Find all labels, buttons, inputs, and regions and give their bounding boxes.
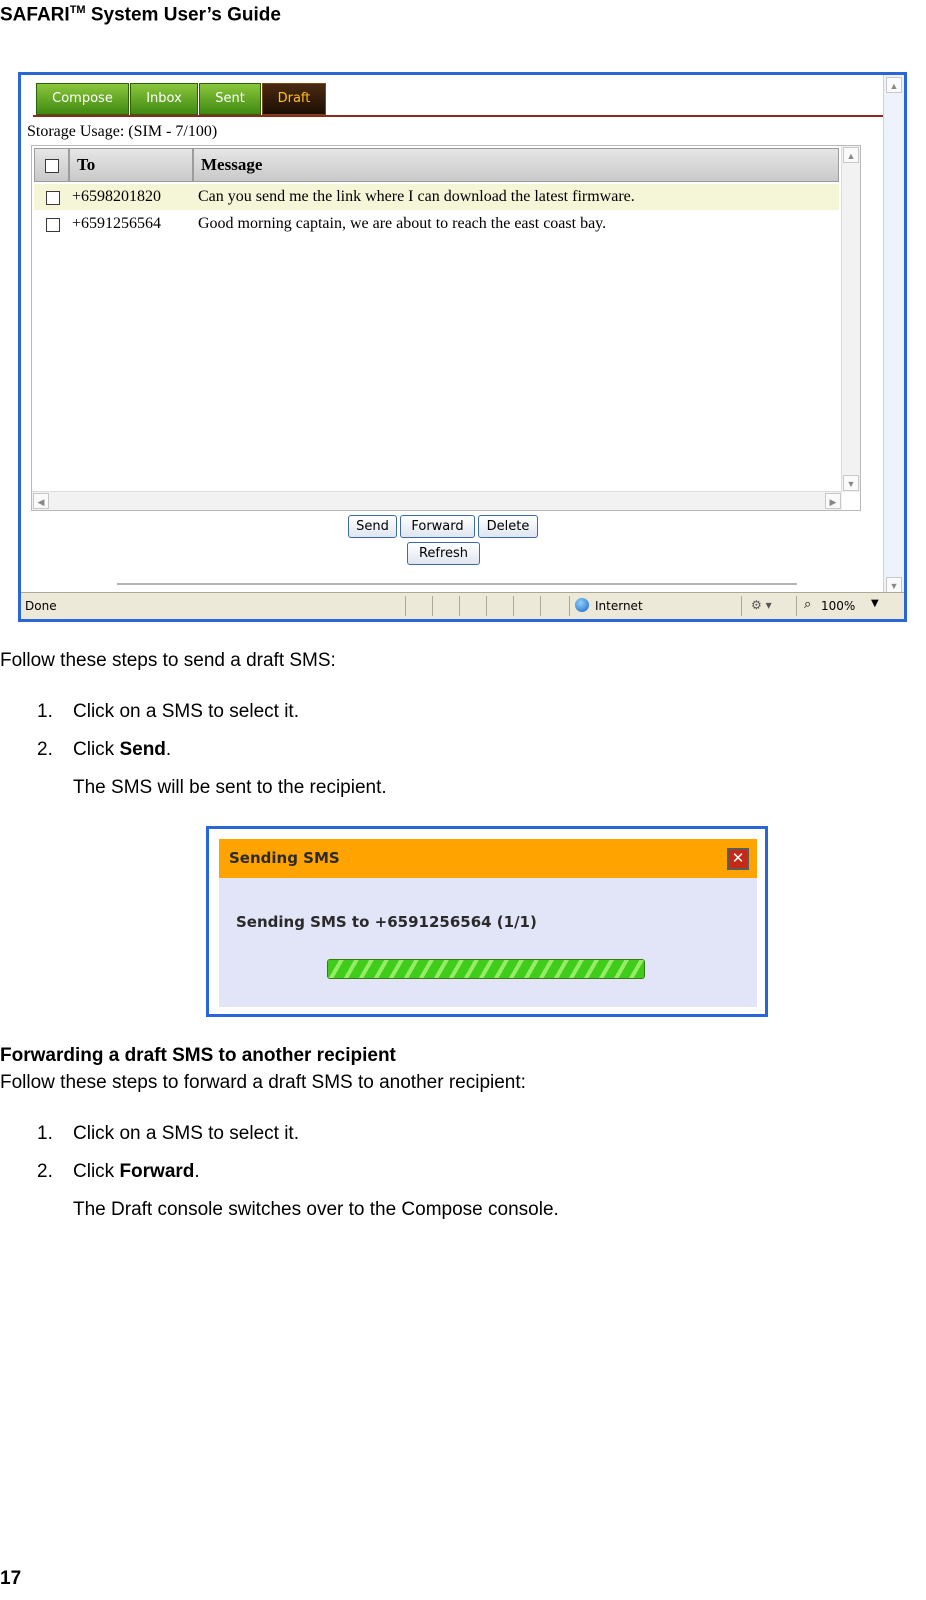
forward-step-2: Click Forward. [73,1161,200,1183]
send-intro: Follow these steps to send a draft SMS: [0,650,336,671]
table-row[interactable]: +6591256564 Good morning captain, we are… [34,211,839,237]
sending-sms-screenshot: Sending SMS ✕ Sending SMS to +6591256564… [206,826,768,1017]
step-number: 2. [37,739,53,760]
page-scroll-down-icon[interactable]: ▼ [886,577,902,593]
trademark-superscript: TM [69,4,86,16]
grid-header: To Message [34,148,839,182]
row-checkbox[interactable] [46,218,60,232]
forward-section-heading: Forwarding a draft SMS to another recipi… [0,1045,396,1066]
refresh-button[interactable]: Refresh [407,542,480,565]
page-vertical-scrollbar[interactable]: ▲ ▼ [883,75,904,595]
row-message: Can you send me the link where I can dow… [198,188,635,205]
console-tabs: Compose Inbox Sent Draft [33,81,885,117]
protected-mode-icon[interactable]: ⚙ ▾ [751,598,772,612]
forward-button[interactable]: Forward [400,515,475,538]
tab-draft[interactable]: Draft [262,83,326,115]
status-text: Done [25,599,57,613]
tab-compose[interactable]: Compose [36,83,129,115]
storage-usage: Storage Usage: (SIM - 7/100) [27,123,218,140]
step-text-suffix: . [194,1161,200,1182]
table-row[interactable]: +6598201820 Can you send me the link whe… [34,184,839,210]
step-number: 1. [37,701,53,722]
row-checkbox[interactable] [46,191,60,205]
document-header: SAFARITM System User’s Guide [0,4,281,26]
step-bold-term: Send [119,739,166,760]
tab-inbox[interactable]: Inbox [130,83,198,115]
scroll-up-icon[interactable]: ▲ [843,147,859,163]
forward-step-1: Click on a SMS to select it. [73,1123,299,1144]
tab-sent[interactable]: Sent [199,83,261,115]
scroll-down-icon[interactable]: ▼ [843,475,859,491]
divider-line [117,583,797,585]
security-zone-label: Internet [595,599,643,613]
row-recipient: +6598201820 [72,188,162,205]
progress-fill [328,960,644,978]
dialog-header: Sending SMS ✕ [219,839,757,878]
column-header-to[interactable]: To [69,148,193,182]
header-select-all-cell [34,148,69,182]
header-title-prefix: SAFARI [0,4,70,26]
dialog-message: Sending SMS to +6591256564 (1/1) [236,913,537,931]
header-title-suffix: System User’s Guide [85,4,281,26]
step-text-suffix: . [165,739,172,760]
page-scroll-up-icon[interactable]: ▲ [886,77,902,93]
forward-result: The Draft console switches over to the C… [73,1199,559,1220]
send-result: The SMS will be sent to the recipient. [73,777,387,798]
step-text: Click [73,739,120,760]
row-message: Good morning captain, we are about to re… [198,215,607,232]
close-icon[interactable]: ✕ [727,848,749,870]
magnifier-icon[interactable]: ⌕ [804,597,811,612]
scroll-right-icon[interactable]: ▶ [825,493,841,509]
draft-console-screenshot: Compose Inbox Sent Draft Storage Usage: … [18,72,907,622]
step-number: 2. [37,1161,53,1182]
page-number: 17 [0,1568,22,1589]
scroll-left-icon[interactable]: ◀ [33,493,49,509]
step-text: Click [73,1161,120,1182]
message-grid: To Message +6598201820 Can you send me t… [31,145,861,511]
step-number: 1. [37,1123,53,1144]
step-bold-term: Forward [119,1161,195,1182]
select-all-checkbox[interactable] [45,159,59,173]
send-step-1: Click on a SMS to select it. [73,701,299,722]
zoom-level[interactable]: 100% [821,599,855,613]
globe-icon [575,598,589,612]
chevron-down-icon[interactable]: ▼ [871,598,879,609]
forward-intro: Follow these steps to forward a draft SM… [0,1072,526,1093]
send-step-2: Click Send. [73,739,171,761]
send-button[interactable]: Send [348,515,397,538]
grid-horizontal-scrollbar[interactable]: ◀ ▶ [32,491,842,510]
row-recipient: +6591256564 [72,215,162,232]
progress-bar [327,959,645,979]
grid-vertical-scrollbar[interactable]: ▲ ▼ [841,146,860,492]
sending-sms-dialog: Sending SMS ✕ Sending SMS to +6591256564… [219,839,757,1007]
browser-status-bar: Done Internet ⚙ ▾ ⌕ 100% ▼ [21,592,904,619]
dialog-title: Sending SMS [229,849,340,867]
delete-button[interactable]: Delete [478,515,538,538]
column-header-message[interactable]: Message [193,148,839,182]
